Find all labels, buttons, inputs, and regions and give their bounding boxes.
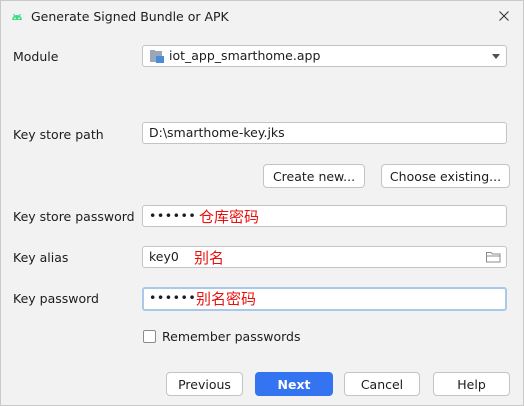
key-alias-label: Key alias xyxy=(13,250,69,265)
dialog-window: Generate Signed Bundle or APK Module iot… xyxy=(0,0,524,406)
key-alias-note: 别名 xyxy=(194,249,225,267)
cancel-button[interactable]: Cancel xyxy=(344,372,420,396)
choose-existing-button[interactable]: Choose existing... xyxy=(381,164,510,188)
remember-passwords-label[interactable]: Remember passwords xyxy=(162,329,300,344)
folder-icon[interactable] xyxy=(486,251,501,263)
keystore-password-value: •••••• xyxy=(149,208,197,223)
create-new-button[interactable]: Create new... xyxy=(263,164,365,188)
close-button[interactable] xyxy=(491,5,517,27)
keystore-path-label: Key store path xyxy=(13,127,104,142)
key-alias-value: key0 xyxy=(149,249,179,264)
keystore-path-field[interactable]: D:\smarthome-key.jks xyxy=(142,122,507,144)
keystore-password-note: 仓库密码 xyxy=(199,208,260,226)
android-icon xyxy=(12,13,22,20)
remember-passwords-checkbox[interactable] xyxy=(143,330,156,343)
title-bar: Generate Signed Bundle or APK xyxy=(1,1,523,33)
key-password-note: 别名密码 xyxy=(196,290,257,308)
key-password-value: •••••• xyxy=(149,290,197,305)
next-button[interactable]: Next xyxy=(255,372,333,396)
module-label: Module xyxy=(13,49,59,64)
previous-button[interactable]: Previous xyxy=(166,372,243,396)
key-alias-field[interactable]: key0 别名 xyxy=(142,246,507,268)
help-button[interactable]: Help xyxy=(433,372,510,396)
window-title: Generate Signed Bundle or APK xyxy=(31,9,229,24)
chevron-down-icon xyxy=(492,54,500,59)
key-password-field[interactable]: •••••• 别名密码 xyxy=(142,287,507,311)
keystore-password-field[interactable]: •••••• 仓库密码 xyxy=(142,205,507,227)
module-dropdown[interactable]: iot_app_smarthome.app xyxy=(142,45,507,67)
keystore-path-value: D:\smarthome-key.jks xyxy=(149,125,285,140)
key-password-label: Key password xyxy=(13,291,99,306)
module-value: iot_app_smarthome.app xyxy=(169,48,321,63)
module-folder-icon xyxy=(150,50,164,63)
keystore-password-label: Key store password xyxy=(13,209,135,224)
close-icon xyxy=(499,11,509,21)
